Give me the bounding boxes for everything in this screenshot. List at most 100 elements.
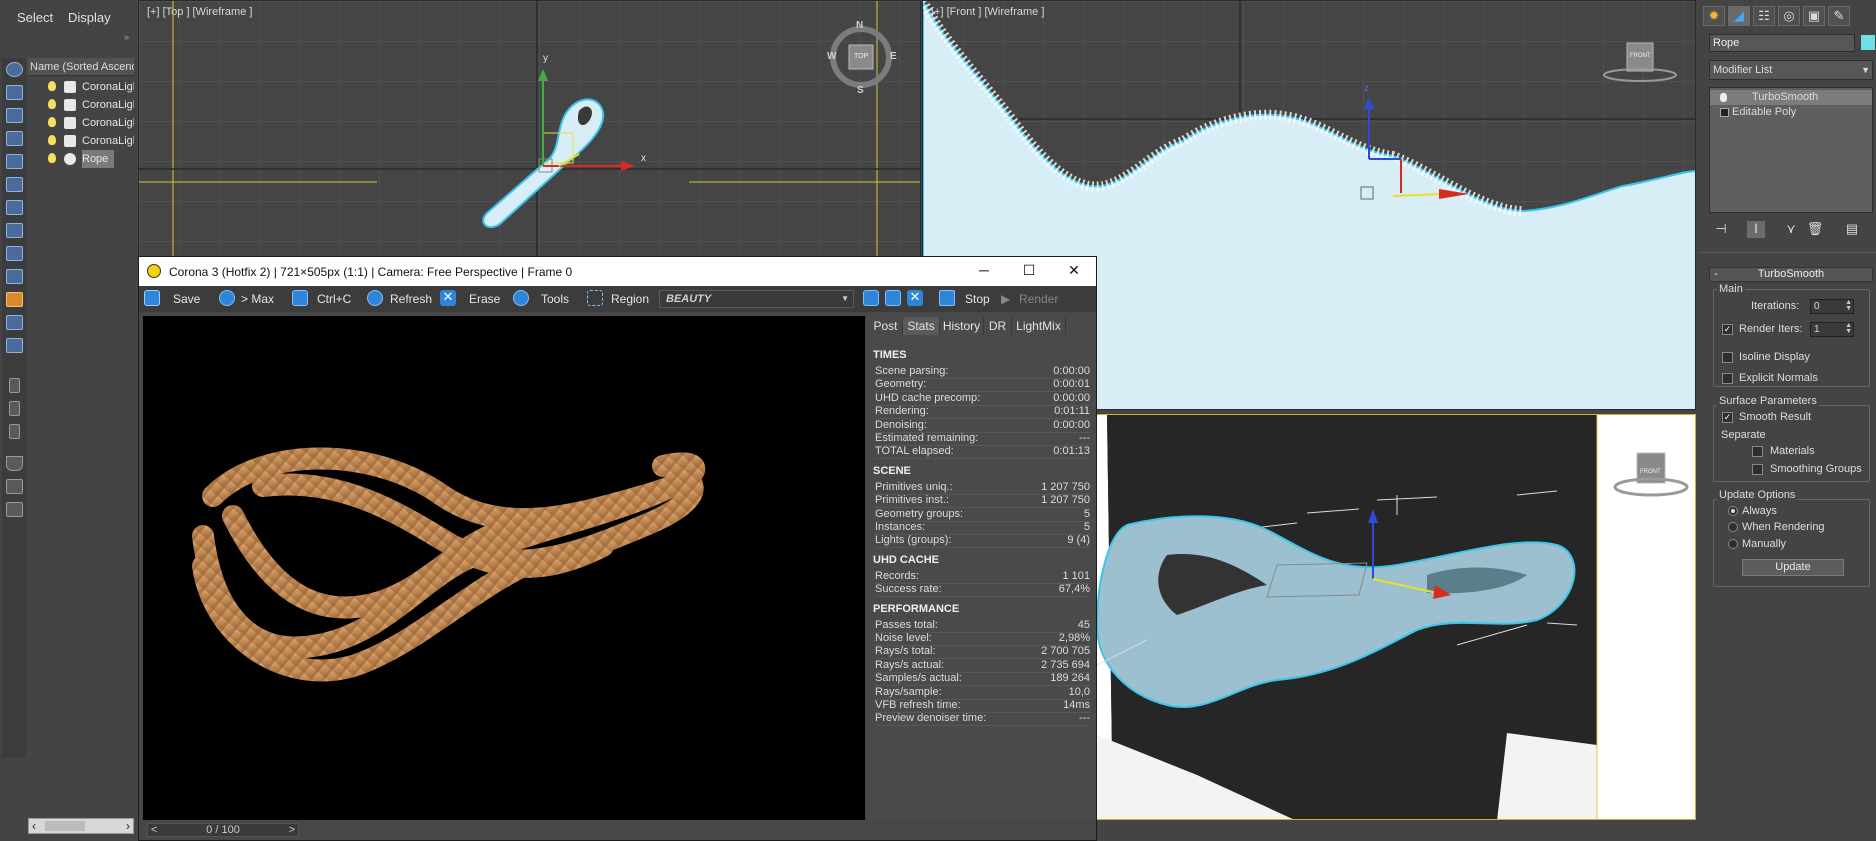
materials-checkbox[interactable]: [1752, 446, 1763, 457]
tools-button[interactable]: Tools: [541, 290, 569, 308]
menu-select[interactable]: Select: [17, 10, 53, 25]
explorer-horizontal-scrollbar[interactable]: ‹ ›: [28, 818, 134, 834]
explorer-column-header[interactable]: Name (Sorted Ascend: [28, 58, 134, 76]
list-item-selected[interactable]: Rope: [28, 150, 134, 168]
tab-lightmix[interactable]: LightMix: [1012, 317, 1066, 335]
render-iters-spinner[interactable]: 1 ▲ ▼: [1810, 322, 1854, 337]
vfb-titlebar[interactable]: Corona 3 (Hotfix 2) | 721×505px (1:1) | …: [139, 257, 1096, 286]
render-channel-dropdown[interactable]: BEAUTY ▼: [659, 290, 854, 308]
display-groups-icon[interactable]: [6, 223, 23, 238]
erase-icon[interactable]: ✕: [440, 290, 456, 306]
expand-icon[interactable]: »: [124, 32, 129, 42]
update-when-rendering-radio[interactable]: [1728, 522, 1738, 532]
update-always-radio[interactable]: [1728, 506, 1738, 516]
light-bulb-icon[interactable]: [48, 117, 56, 127]
layer-icon[interactable]: [6, 502, 23, 517]
compass-west[interactable]: W: [827, 51, 836, 62]
copy-icon[interactable]: [292, 290, 308, 306]
erase-button[interactable]: Erase: [469, 290, 500, 308]
zoom-out-icon[interactable]: [885, 290, 901, 306]
update-manually-radio[interactable]: [1728, 539, 1738, 549]
refresh-icon[interactable]: [367, 290, 383, 306]
viewport-top[interactable]: [+] [Top ] [Wireframe ] y x N S E W TOP: [138, 0, 921, 258]
list-icon[interactable]: [9, 424, 20, 439]
viewport-label[interactable]: [+] [Front ] [Wireframe ]: [931, 6, 1044, 18]
viewcube-top-face[interactable]: TOP: [854, 53, 868, 60]
pin-stack-icon[interactable]: ⊣: [1712, 221, 1730, 238]
next-frame-icon[interactable]: >: [289, 824, 295, 836]
minimize-icon[interactable]: ─: [974, 262, 994, 280]
stop-button[interactable]: Stop: [965, 290, 990, 308]
object-color-swatch[interactable]: [1861, 35, 1875, 50]
display-helpers-icon[interactable]: [6, 177, 23, 192]
layer-filter-icon[interactable]: [6, 479, 23, 494]
stack-item-turbosmooth[interactable]: TurboSmooth: [1710, 90, 1872, 105]
tools-gear-icon[interactable]: [513, 290, 529, 306]
tab-dr[interactable]: DR: [984, 317, 1012, 335]
render-iters-checkbox[interactable]: ✓: [1722, 324, 1733, 335]
smoothing-groups-checkbox[interactable]: [1752, 464, 1763, 475]
page-icon[interactable]: [9, 401, 20, 416]
display-frozen-icon[interactable]: [6, 315, 23, 330]
scrollbar-thumb[interactable]: [45, 821, 85, 831]
smooth-result-checkbox[interactable]: ✓: [1722, 412, 1733, 423]
rendered-rope-image[interactable]: [143, 316, 865, 822]
light-bulb-icon[interactable]: [48, 135, 56, 145]
refresh-button[interactable]: Refresh: [390, 290, 432, 308]
send-to-max-icon[interactable]: [219, 290, 235, 306]
filter-icon[interactable]: [6, 456, 23, 471]
copy-button[interactable]: Ctrl+C: [317, 290, 351, 308]
display-bones-icon[interactable]: [6, 269, 23, 284]
save-button[interactable]: Save: [173, 290, 200, 308]
stop-icon[interactable]: [939, 290, 955, 306]
maximize-icon[interactable]: ☐: [1019, 262, 1039, 280]
display-hidden-icon[interactable]: [6, 338, 23, 353]
stack-item-editable-poly[interactable]: Editable Poly: [1710, 105, 1872, 120]
display-geometry-icon[interactable]: [6, 85, 23, 100]
expand-box-icon[interactable]: [1720, 108, 1729, 117]
close-icon[interactable]: ✕: [1064, 262, 1084, 280]
document-icon[interactable]: [9, 378, 20, 393]
render-play-icon[interactable]: ▶: [1001, 290, 1010, 308]
zoom-reset-icon[interactable]: ✕: [907, 290, 923, 306]
light-bulb-icon[interactable]: [48, 99, 56, 109]
iterations-spinner[interactable]: 0 ▲ ▼: [1810, 299, 1854, 314]
explicit-normals-checkbox[interactable]: [1722, 373, 1733, 384]
display-shapes-icon[interactable]: [6, 108, 23, 123]
list-item[interactable]: CoronaLigh: [28, 96, 134, 114]
remove-modifier-icon[interactable]: 🗑: [1806, 221, 1824, 238]
display-tab-icon[interactable]: ▣: [1803, 6, 1825, 26]
tab-post[interactable]: Post: [869, 317, 903, 335]
tab-stats[interactable]: Stats: [903, 317, 940, 335]
display-xrefs-icon[interactable]: [6, 246, 23, 261]
list-item[interactable]: CoronaLigh: [28, 78, 134, 96]
zoom-in-icon[interactable]: [863, 290, 879, 306]
show-end-result-icon[interactable]: Ⅰ: [1747, 221, 1765, 238]
modify-tab-icon[interactable]: ◢: [1728, 6, 1750, 26]
make-unique-icon[interactable]: ⋎: [1782, 221, 1800, 238]
tab-history[interactable]: History: [940, 317, 984, 335]
compass-east[interactable]: E: [890, 51, 897, 62]
list-item[interactable]: CoronaLigh: [28, 132, 134, 150]
viewcube-front-face[interactable]: FRONT: [1630, 53, 1651, 59]
select-all-icon[interactable]: [6, 62, 23, 77]
send-to-max-button[interactable]: > Max: [241, 290, 274, 308]
motion-tab-icon[interactable]: ◎: [1778, 6, 1800, 26]
utilities-tab-icon[interactable]: ✎: [1828, 6, 1850, 26]
compass-south[interactable]: S: [857, 85, 864, 96]
display-cameras-icon[interactable]: [6, 154, 23, 169]
light-bulb-icon[interactable]: [48, 81, 56, 91]
display-containers-icon[interactable]: [6, 292, 23, 307]
display-lights-icon[interactable]: [6, 131, 23, 146]
menu-display[interactable]: Display: [68, 10, 111, 25]
save-icon[interactable]: [144, 290, 160, 306]
rollout-turbosmooth-header[interactable]: - TurboSmooth: [1709, 267, 1873, 282]
modifier-list-dropdown[interactable]: Modifier List ▼: [1709, 60, 1873, 80]
render-button[interactable]: Render: [1019, 290, 1058, 308]
configure-sets-icon[interactable]: ▤: [1843, 221, 1861, 238]
hierarchy-tab-icon[interactable]: ☷: [1753, 6, 1775, 26]
viewcube-front-face[interactable]: FRONT: [1640, 469, 1661, 475]
scroll-left-icon[interactable]: ‹: [32, 819, 36, 833]
compass-north[interactable]: N: [856, 20, 863, 31]
prev-frame-icon[interactable]: <: [151, 824, 157, 836]
